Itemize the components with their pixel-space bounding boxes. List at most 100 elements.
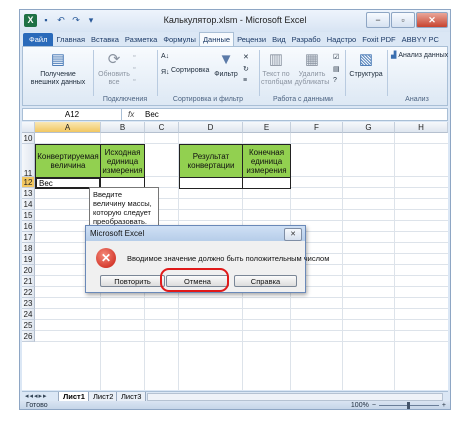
help-button[interactable]: Справка [234,275,297,287]
cell-b11[interactable]: Исходная единица измерения [100,144,145,178]
cell-d11[interactable]: Результат конвертации [179,144,243,178]
retry-button[interactable]: Повторить [100,275,165,287]
status-bar: Готово 100% − + [20,401,450,409]
row-header[interactable]: 22 [22,287,35,298]
column-header-c[interactable]: C [145,122,179,133]
analysis-group-label: Анализ [405,96,429,103]
tab-developer[interactable]: Разрабо [289,33,324,46]
data-analysis-label: Анализ данных [398,52,449,59]
cell-e11[interactable]: Конечная единица измерения [242,144,291,178]
row-header[interactable]: 15 [22,210,35,221]
edit-links-icon[interactable]: ▫ [133,77,135,84]
tab-insert[interactable]: Вставка [88,33,122,46]
refresh-all-button[interactable]: ⟳ Обновить все [97,51,131,87]
column-header-f[interactable]: F [291,122,343,133]
row-header[interactable]: 10 [22,133,35,144]
row-header[interactable]: 24 [22,309,35,320]
data-tools-group-label: Работа с данными [273,96,333,103]
clear-icon[interactable]: ✕ [243,53,249,61]
row-header[interactable]: 14 [22,199,35,210]
column-header-a[interactable]: A [35,122,101,133]
dialog-message: Вводимое значение должно быть положитель… [127,254,330,263]
remove-duplicates-label: Удалить дубликаты [294,71,330,86]
formula-bar: A12 fx Вес [22,108,448,121]
row-header[interactable]: 18 [22,243,35,254]
tab-file[interactable]: Файл [23,33,54,46]
reapply-icon[interactable]: ↻ [243,65,249,73]
row-header[interactable]: 20 [22,265,35,276]
tab-foxit-pdf[interactable]: Foxit PDF [359,33,398,46]
row-header[interactable]: 16 [22,221,35,232]
database-icon: ▤ [50,51,66,68]
minimize-button[interactable]: − [366,12,390,28]
tab-review[interactable]: Рецензи [234,33,269,46]
outline-icon: ▧ [358,51,374,68]
zoom-slider[interactable] [378,402,439,409]
select-all-corner[interactable] [22,122,35,133]
data-analysis-button[interactable]: ▟ Анализ данных [391,51,448,59]
formula-input[interactable]: Вес [145,109,159,120]
status-ready: Готово [26,402,48,409]
row-header[interactable]: 26 [22,331,35,342]
name-box[interactable]: A12 [23,109,122,120]
cancel-highlight-outline [160,268,229,292]
ribbon-tabs: Файл Главная Вставка Разметка Формулы Да… [20,32,450,46]
zoom-out-icon[interactable]: − [372,401,376,409]
column-header-g[interactable]: G [343,122,395,133]
properties-icon[interactable]: ▫ [133,65,135,72]
row-header[interactable]: 11 [22,144,35,178]
get-external-data-button[interactable]: ▤ Получение внешних данных [29,51,87,87]
row-header[interactable]: 23 [22,298,35,309]
column-header-b[interactable]: B [101,122,145,133]
row-header[interactable]: 17 [22,232,35,243]
cell-d12[interactable] [179,177,243,189]
column-header-e[interactable]: E [243,122,291,133]
maximize-button[interactable]: ▫ [391,12,415,28]
sort-button[interactable]: Сортировка [171,67,210,75]
filter-button[interactable]: ▼ Фильтр [211,51,241,79]
remove-duplicates-icon: ▦ [304,51,320,68]
row-header[interactable]: 19 [22,254,35,265]
what-if-icon[interactable]: ? [333,77,337,84]
filter-icon: ▼ [218,51,234,68]
consolidate-icon[interactable]: ▤ [333,65,340,73]
row-header[interactable]: 21 [22,276,35,287]
cell-e12[interactable] [242,177,291,189]
horizontal-scrollbar[interactable] [147,393,443,401]
ribbon-data: ▤ Получение внешних данных ⟳ Обновить вс… [22,46,448,106]
outline-label: Структура [349,71,383,78]
row-header[interactable]: 13 [22,188,35,199]
title-bar: X ▪ ↶ ↷ ▾ Калькулятор.xlsm - Microsoft E… [20,10,450,32]
tab-home[interactable]: Главная [53,33,88,46]
outline-button[interactable]: ▧ Структура [348,51,384,79]
filter-label: Фильтр [214,71,238,78]
insert-function-icon[interactable]: fx [128,109,134,120]
cell-a11[interactable]: Конвертируемая величина [35,144,101,178]
connections-icon[interactable]: ▫ [133,53,135,60]
sort-az-icon[interactable]: A↓ [161,53,169,60]
get-external-data-label: Получение внешних данных [30,71,86,86]
dialog-close-button[interactable]: ✕ [284,228,302,241]
remove-duplicates-button[interactable]: ▦ Удалить дубликаты [292,51,332,87]
column-header-h[interactable]: H [395,122,448,133]
advanced-filter-icon[interactable]: ≡ [243,77,247,84]
tab-data[interactable]: Данные [198,32,235,46]
connections-group-label: Подключения [102,96,148,103]
data-validation-icon[interactable]: ☑ [333,53,339,61]
sort-za-icon[interactable]: Я↓ [161,69,170,76]
tab-addins[interactable]: Надстро [324,33,360,46]
column-header-d[interactable]: D [179,122,243,133]
tab-abbyy[interactable]: ABBYY PC [399,33,442,46]
sort-label: Сортировка [171,67,210,74]
tab-page-layout[interactable]: Разметка [122,33,160,46]
close-button[interactable]: ✕ [416,12,448,28]
tab-formulas[interactable]: Формулы [160,33,199,46]
tab-view[interactable]: Вид [269,33,289,46]
zoom-in-icon[interactable]: + [442,401,446,409]
zoom-level[interactable]: 100% [351,401,369,409]
error-icon: ✕ [96,248,116,268]
row-header[interactable]: 25 [22,320,35,331]
text-to-columns-button[interactable]: ▥ Текст по столбцам [261,51,293,87]
row-header[interactable]: 12 [22,177,35,188]
text-to-columns-label: Текст по столбцам [261,71,293,86]
